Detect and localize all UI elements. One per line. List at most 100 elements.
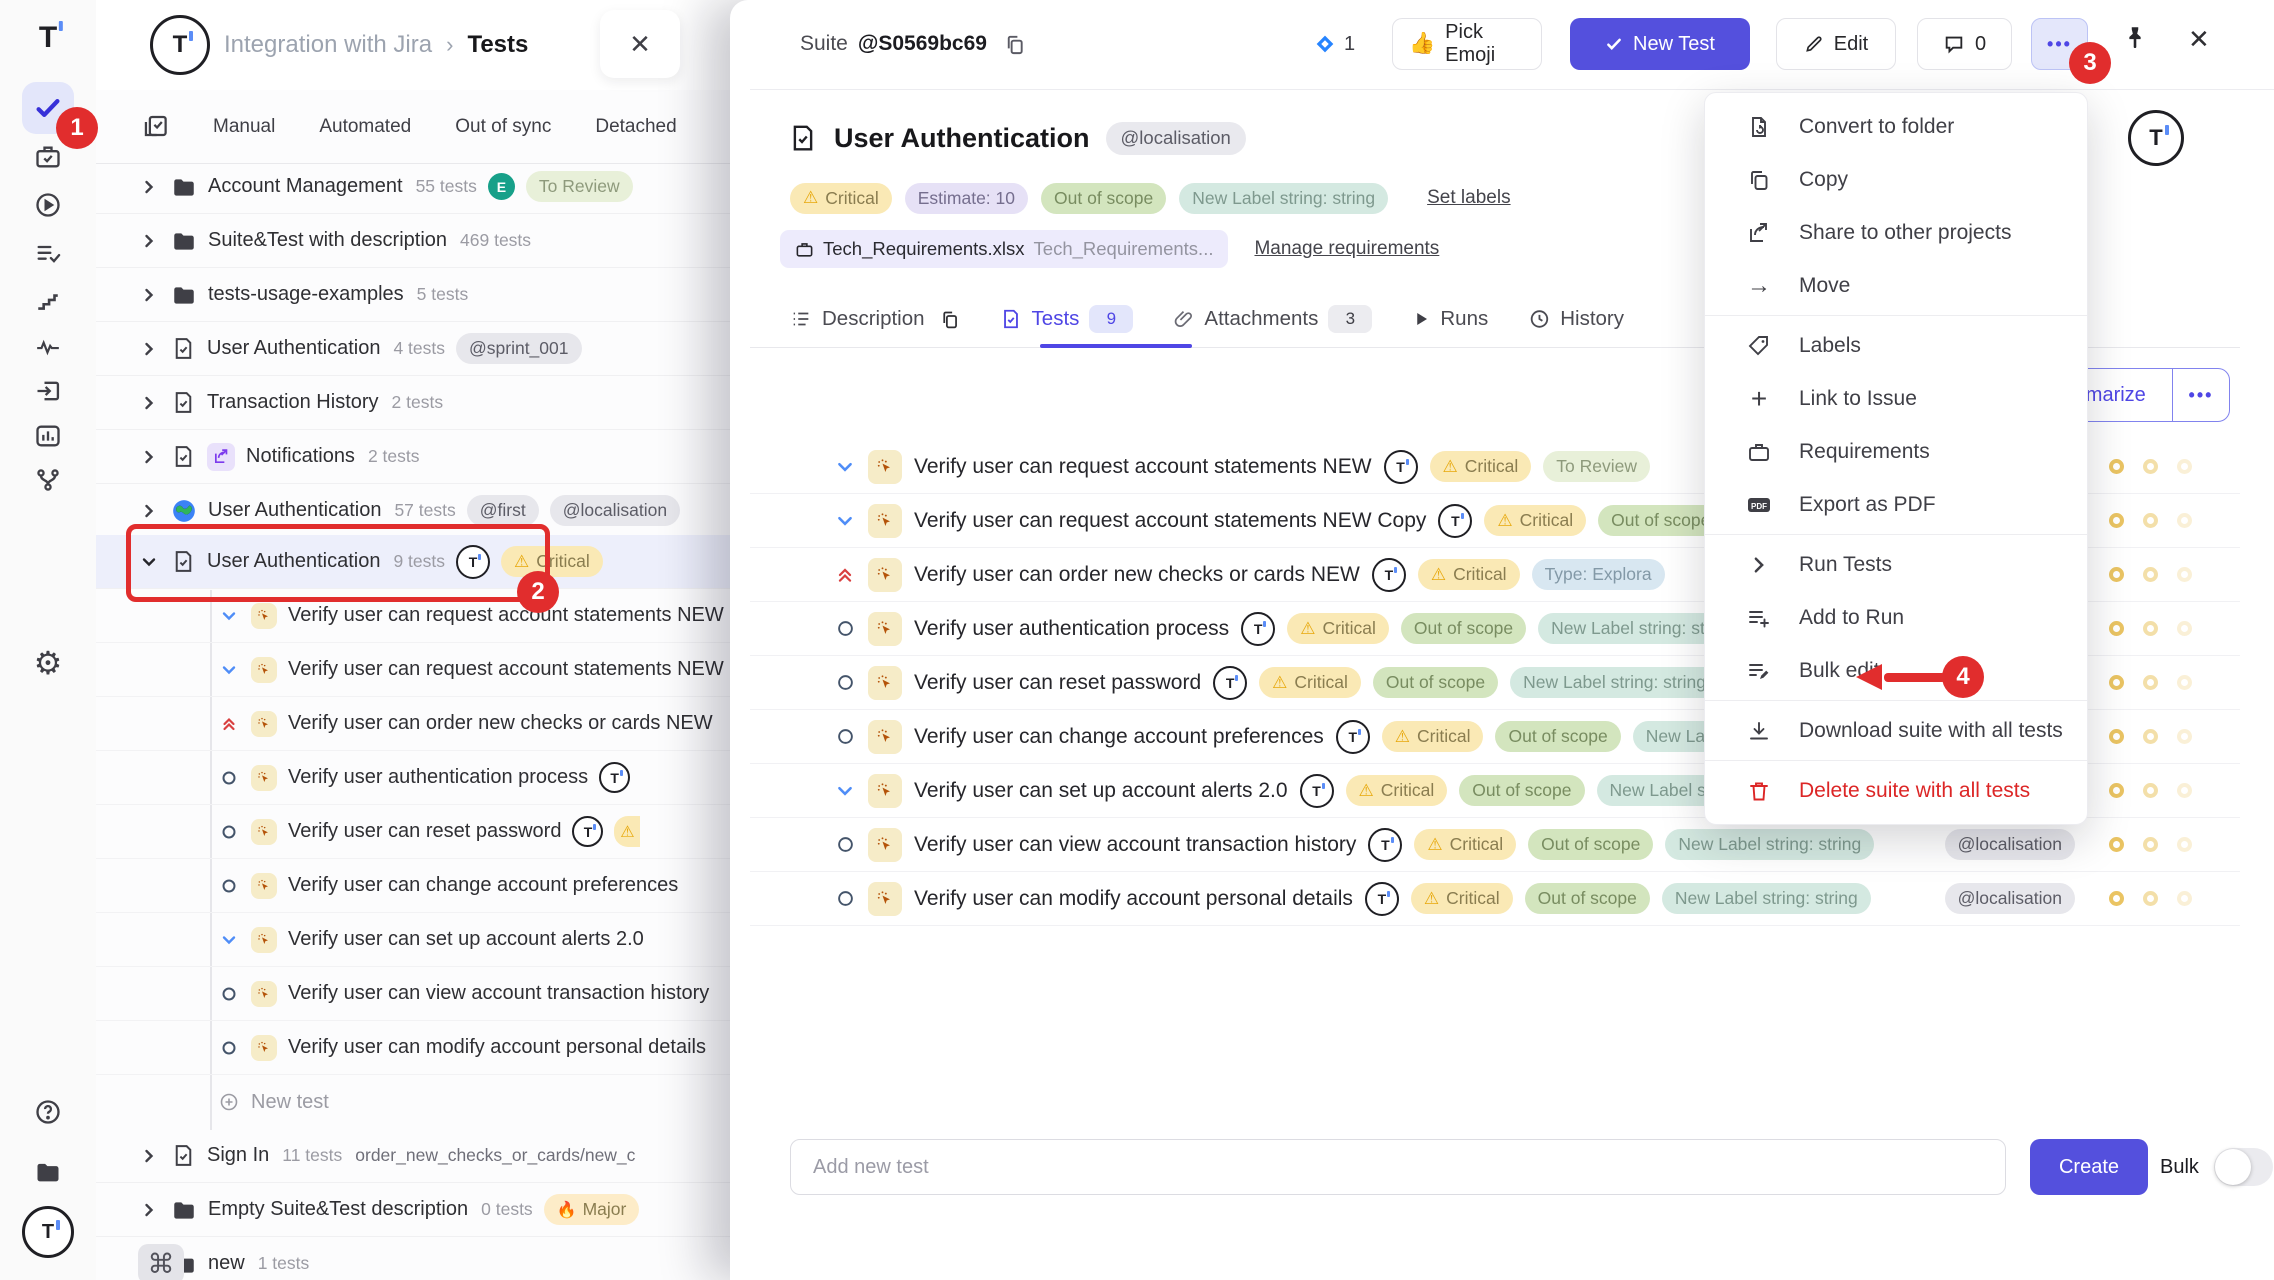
close-icon[interactable]: ✕	[2188, 24, 2210, 55]
tree-row-label[interactable]: Empty Suite&Test description	[208, 1198, 468, 1221]
label-pill[interactable]: Estimate: 10	[905, 183, 1028, 214]
chevron-right-icon[interactable]	[138, 287, 160, 303]
menu-item-export-pdf[interactable]: PDF Export as PDF	[1705, 478, 2087, 531]
tree-row-suite[interactable]: Notifications 2 tests	[96, 430, 750, 484]
manage-requirements-link[interactable]: Manage requirements	[1254, 238, 1439, 260]
tree-row-suite[interactable]: Sign In 11 tests order_new_checks_or_car…	[96, 1129, 750, 1183]
tree-row-folder[interactable]: new 1 tests	[96, 1237, 750, 1280]
filter-out-of-sync[interactable]: Out of sync	[455, 116, 551, 138]
tree-row-label[interactable]: tests-usage-examples	[208, 283, 404, 306]
chevron-down-icon[interactable]	[834, 458, 856, 476]
project-logo-icon[interactable]: T	[150, 15, 210, 75]
chevron-down-icon[interactable]	[834, 512, 856, 530]
tree-row-folder[interactable]: Empty Suite&Test description 0 tests Maj…	[96, 1183, 750, 1237]
chevron-right-icon[interactable]	[138, 395, 160, 411]
folder-icon[interactable]	[34, 1158, 62, 1186]
gear-icon[interactable]: ⚙	[34, 647, 63, 679]
menu-item-link-to-issue[interactable]: + Link to Issue	[1705, 372, 2087, 425]
chevron-right-icon[interactable]	[138, 179, 160, 195]
tree-test-title[interactable]: Verify user can reset password	[288, 820, 561, 843]
chevron-right-icon[interactable]	[138, 503, 160, 519]
plus-circle-icon[interactable]	[218, 1093, 240, 1111]
test-row[interactable]: Verify user can modify account personal …	[750, 872, 2240, 926]
breadcrumb-page[interactable]: Tests	[467, 31, 528, 59]
tab-attachments[interactable]: Attachments 3	[1173, 305, 1372, 333]
edit-button[interactable]: Edit	[1776, 18, 1896, 70]
tree-test-row[interactable]: Verify user can modify account personal …	[96, 1021, 750, 1075]
stairs-icon[interactable]	[35, 288, 61, 314]
menu-item-delete-suite[interactable]: Delete suite with all tests	[1705, 764, 2087, 817]
menu-item-share[interactable]: Share to other projects	[1705, 206, 2087, 259]
close-drawer-tab[interactable]: ✕	[600, 10, 680, 78]
breadcrumb-project[interactable]: Integration with Jira	[224, 31, 432, 59]
requirement-pill[interactable]: Tech_Requirements.xlsx Tech_Requirements…	[780, 230, 1228, 268]
tab-runs[interactable]: Runs	[1412, 307, 1488, 331]
label-pill[interactable]: Critical	[790, 183, 892, 214]
menu-item-add-to-run[interactable]: Add to Run	[1705, 591, 2087, 644]
add-new-test-input[interactable]	[790, 1139, 2006, 1195]
briefcase-check-icon[interactable]	[34, 143, 62, 171]
tree-row-label[interactable]: Sign In	[207, 1144, 269, 1167]
pick-emoji-button[interactable]: 👍 Pick Emoji	[1392, 18, 1542, 70]
summarize-more-button[interactable]: •••	[2173, 369, 2229, 421]
tree-test-row[interactable]: Verify user can set up account alerts 2.…	[96, 913, 750, 967]
tree-row-folder[interactable]: Account Management 55 tests E To Review	[96, 160, 750, 214]
test-title[interactable]: Verify user can view account transaction…	[914, 833, 1356, 857]
filter-automated[interactable]: Automated	[319, 116, 411, 138]
label-pill[interactable]: Out of scope	[1041, 183, 1166, 214]
menu-item-bulk-edit[interactable]: Bulk edit	[1705, 644, 2087, 697]
filter-detached[interactable]: Detached	[595, 116, 676, 138]
tree-test-title[interactable]: Verify user can order new checks or card…	[288, 712, 713, 735]
tree-test-row[interactable]: Verify user can request account statemen…	[96, 643, 750, 697]
tree-row-label[interactable]: Transaction History	[207, 391, 379, 414]
import-icon[interactable]	[34, 377, 62, 405]
tree-test-title[interactable]: Verify user can request account statemen…	[288, 604, 724, 627]
menu-item-convert-to-folder[interactable]: Convert to folder	[1705, 100, 2087, 153]
tree-row-label[interactable]: new	[208, 1252, 245, 1275]
pin-icon[interactable]	[2122, 24, 2148, 50]
menu-item-copy[interactable]: Copy	[1705, 153, 2087, 206]
test-title[interactable]: Verify user can change account preferenc…	[914, 725, 1324, 749]
tree-test-title[interactable]: Verify user can request account statemen…	[288, 658, 750, 681]
chevron-right-icon[interactable]	[138, 449, 160, 465]
test-title[interactable]: Verify user can request account statemen…	[914, 455, 1372, 479]
tree-test-title[interactable]: Verify user authentication process	[288, 766, 588, 789]
set-labels-link[interactable]: Set labels	[1427, 187, 1510, 209]
menu-item-download-suite[interactable]: Download suite with all tests	[1705, 704, 2087, 757]
test-title[interactable]: Verify user can request account statemen…	[914, 509, 1426, 533]
list-check-icon[interactable]	[34, 240, 62, 268]
play-circle-icon[interactable]	[34, 191, 62, 219]
tree-row-folder[interactable]: tests-usage-examples 5 tests	[96, 268, 750, 322]
tree-test-row[interactable]: Verify user can view account transaction…	[96, 967, 750, 1021]
new-test-label[interactable]: New test	[251, 1091, 329, 1114]
menu-item-requirements[interactable]: Requirements	[1705, 425, 2087, 478]
chevron-right-icon[interactable]	[138, 1202, 160, 1218]
menu-item-move[interactable]: → Move	[1705, 259, 2087, 312]
tree-row-label[interactable]: Suite&Test with description	[208, 229, 447, 252]
tree-row-label[interactable]: Account Management	[208, 175, 403, 198]
chevron-down-icon[interactable]	[218, 932, 240, 948]
select-checklist-icon[interactable]	[142, 113, 169, 140]
menu-item-labels[interactable]: Labels	[1705, 319, 2087, 372]
pulse-icon[interactable]	[35, 334, 61, 360]
tree-row-label[interactable]: Notifications	[246, 445, 355, 468]
tree-row-label[interactable]: User Authentication	[208, 499, 381, 522]
chevron-down-icon[interactable]	[218, 608, 240, 624]
tree-new-test[interactable]: New test	[96, 1075, 750, 1129]
chevron-right-icon[interactable]	[138, 341, 160, 357]
copy-icon[interactable]	[939, 309, 960, 330]
menu-item-run-tests[interactable]: Run Tests	[1705, 538, 2087, 591]
new-test-button[interactable]: New Test	[1570, 18, 1750, 70]
help-icon[interactable]	[34, 1098, 62, 1126]
tree-row-label[interactable]: User Authentication	[207, 337, 380, 360]
tab-description[interactable]: Description	[790, 307, 960, 331]
chevron-right-icon[interactable]	[138, 233, 160, 249]
tree-test-row[interactable]: Verify user can reset password T ⚠	[96, 805, 750, 859]
tree-test-title[interactable]: Verify user can change account preferenc…	[288, 874, 678, 897]
test-row[interactable]: Verify user can view account transaction…	[750, 818, 2240, 872]
test-title[interactable]: Verify user authentication process	[914, 617, 1229, 641]
copy-icon[interactable]	[1003, 33, 1026, 56]
branch-icon[interactable]	[34, 466, 62, 494]
test-title[interactable]: Verify user can order new checks or card…	[914, 563, 1360, 587]
test-title[interactable]: Verify user can modify account personal …	[914, 887, 1353, 911]
